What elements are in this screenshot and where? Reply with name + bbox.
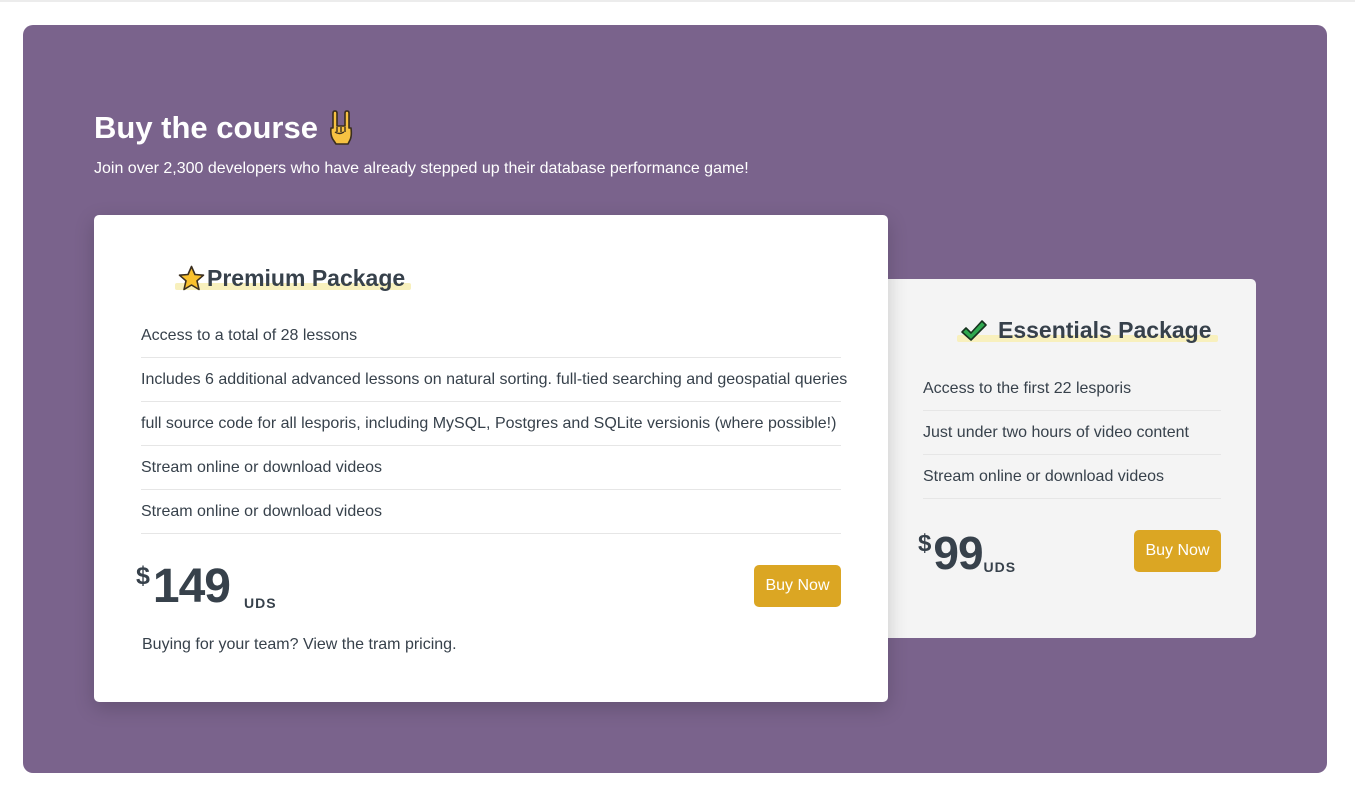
essentials-package-title: Essentials Package (957, 317, 1218, 344)
section-title-text: Buy the course (94, 110, 318, 145)
price-amount: 99 (933, 527, 983, 579)
price-amount: 149 (152, 560, 231, 613)
premium-price: $ 149 UDS (136, 559, 277, 615)
essentials-title-text: Essentials Package (998, 317, 1212, 343)
list-item: Stream online or download videos (923, 455, 1221, 499)
premium-title-text: Premium Package (207, 265, 406, 291)
star-icon (178, 265, 205, 292)
premium-package-title: Premium Package (175, 265, 412, 292)
essentials-buy-now-button[interactable]: Buy Now (1134, 530, 1221, 572)
currency-symbol: $ (136, 562, 150, 590)
rock-on-hand-icon (328, 110, 354, 146)
price-unit: UDS (244, 595, 277, 611)
premium-buy-now-button[interactable]: Buy Now (754, 565, 841, 607)
list-item: Stream online or download videos (141, 446, 841, 490)
section-subtitle: Join over 2,300 developers who have alre… (94, 160, 749, 177)
list-item: Access to a total of 28 lessons (141, 314, 841, 358)
section-title: Buy the course (94, 110, 354, 146)
list-item: full source code for all lesporis, inclu… (141, 402, 841, 446)
essentials-feature-list: Access to the first 22 lesporis Just und… (923, 367, 1221, 499)
team-pricing-note[interactable]: Buying for your team? View the tram pric… (142, 636, 457, 654)
currency-symbol: $ (918, 530, 932, 557)
list-item: Access to the first 22 lesporis (923, 367, 1221, 411)
top-border (0, 0, 1355, 2)
price-unit: UDS (983, 559, 1017, 575)
premium-package-card: Premium Package Access to a total of 28 … (94, 215, 888, 702)
essentials-package-card: Essentials Package Access to the first 2… (870, 279, 1256, 638)
essentials-price: $ 99 UDS (918, 527, 1016, 579)
checkmark-icon (960, 319, 988, 343)
premium-feature-list: Access to a total of 28 lessons Includes… (141, 314, 847, 534)
list-item: Just under two hours of video content (923, 411, 1221, 455)
list-item: Stream online or download videos (141, 490, 841, 534)
list-item: Includes 6 additional advanced lessons o… (141, 358, 847, 402)
